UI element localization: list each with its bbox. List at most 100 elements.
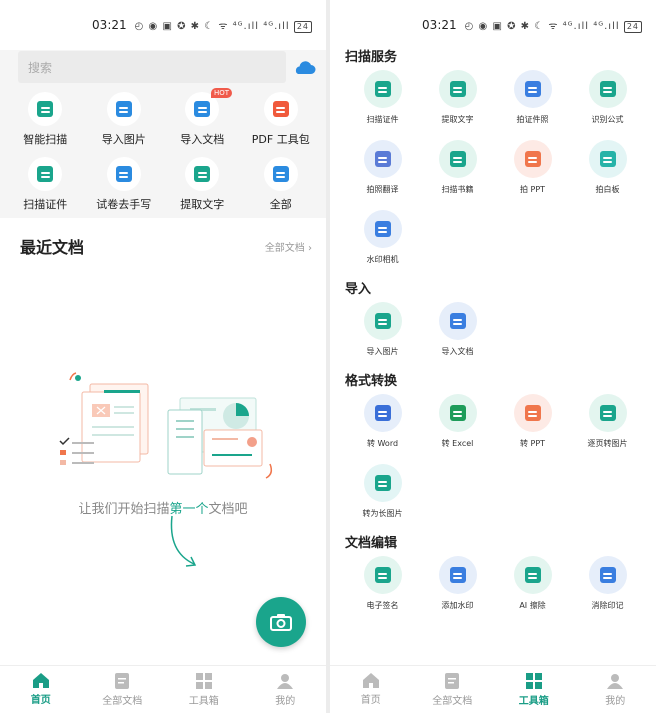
translate-icon xyxy=(363,140,402,178)
tool-label: 提取文字 xyxy=(441,115,474,124)
tool-item[interactable]: 转 Word xyxy=(345,390,420,460)
toolbox-icon xyxy=(525,672,542,689)
tab-home[interactable]: 首页 xyxy=(0,666,82,713)
tool-item[interactable]: 转 PPT xyxy=(495,390,570,460)
tab-toolbox[interactable]: 工具箱 xyxy=(163,666,245,713)
toolbox-icon xyxy=(195,672,212,689)
icon-glyph-line xyxy=(603,156,612,159)
all-documents-link[interactable]: 全部文档 › xyxy=(265,239,312,254)
empty-text-before: 让我们开始扫描 xyxy=(78,502,170,517)
watermark-camera-icon xyxy=(363,210,402,248)
tab-mine[interactable]: 我的 xyxy=(245,666,327,713)
quick-action-item[interactable]: 全部 xyxy=(242,157,321,212)
icon-glyph xyxy=(194,166,211,182)
tab-mine[interactable]: 我的 xyxy=(575,666,656,713)
tool-item[interactable]: 添加水印 xyxy=(420,552,495,622)
pdf-icon xyxy=(263,92,298,126)
tab-toolbox-label: 工具箱 xyxy=(188,695,219,707)
page-image-icon xyxy=(588,394,627,432)
icon-glyph xyxy=(449,313,466,329)
search-input[interactable]: 搜索 xyxy=(18,51,286,83)
grid-all-icon xyxy=(263,157,298,191)
all-documents-label: 全部文档 xyxy=(264,242,305,254)
user-icon xyxy=(277,673,294,689)
signature-icon xyxy=(363,556,402,594)
tool-item[interactable]: 拍白板 xyxy=(570,136,645,206)
icon-glyph xyxy=(524,567,541,583)
icon-glyph-line xyxy=(276,106,286,109)
quick-action-label: 扫描证件 xyxy=(23,198,68,211)
tool-label: 消除印记 xyxy=(591,601,624,610)
icon-glyph xyxy=(374,475,391,491)
tool-item[interactable]: 拍证件照 xyxy=(495,66,570,136)
icon-glyph xyxy=(194,101,211,117)
tool-item[interactable]: 转 Excel xyxy=(420,390,495,460)
icon-glyph xyxy=(37,166,54,182)
icon-glyph-line xyxy=(528,86,537,89)
tab-all-documents[interactable]: 全部文档 xyxy=(82,666,164,713)
hot-badge: HOT xyxy=(211,88,233,98)
status-icons-text: ◴ ◉ ▣ ✪ ✱ ☾ ᯤ ⁴ᴳ.ıll ⁴ᴳ.ıll xyxy=(134,20,290,32)
icon-glyph xyxy=(599,567,616,583)
stamp-icon xyxy=(438,556,477,594)
tool-item[interactable]: 扫描书籍 xyxy=(420,136,495,206)
tab-mine-label: 我的 xyxy=(275,695,296,707)
tab-toolbox[interactable]: 工具箱 xyxy=(493,666,575,713)
home-top-area: 搜索 智能扫描 导入图片 HOT 导入文档 PDF 工具包扫描证件 试卷去手写 提取文字 全部 xyxy=(0,50,326,218)
icon-glyph-line xyxy=(528,572,537,575)
tool-item[interactable]: 水印相机 xyxy=(345,206,420,276)
document-import-icon xyxy=(438,302,477,340)
tab-all-documents[interactable]: 全部文档 xyxy=(412,666,494,713)
tool-grid: 导入图片 导入文档 xyxy=(345,298,656,368)
tab-home[interactable]: 首页 xyxy=(330,666,412,713)
quick-action-item[interactable]: 扫描证件 xyxy=(6,157,85,212)
tool-item[interactable]: 电子签名 xyxy=(345,552,420,622)
icon-glyph-line xyxy=(528,156,537,159)
camera-scan-button[interactable] xyxy=(256,597,306,647)
empty-state-text: 让我们开始扫描第一个文档吧 xyxy=(0,498,326,517)
icon-glyph-line xyxy=(453,410,462,413)
tool-item[interactable]: AI 擦除 xyxy=(495,552,570,622)
tool-item[interactable]: 消除印记 xyxy=(570,552,645,622)
long-image-icon xyxy=(363,464,402,502)
icon-glyph xyxy=(374,151,391,167)
quick-action-item[interactable]: HOT 导入文档 xyxy=(163,88,242,147)
ppt-icon xyxy=(513,394,552,432)
quick-action-item[interactable]: 智能扫描 xyxy=(6,92,85,147)
icon-glyph xyxy=(524,81,541,97)
icon-glyph xyxy=(374,313,391,329)
icon-glyph-line xyxy=(378,226,387,229)
icon-glyph xyxy=(37,101,54,117)
tab-toolbox-label: 工具箱 xyxy=(518,695,549,707)
quick-action-item[interactable]: 提取文字 xyxy=(163,157,242,212)
toolbox-section: 扫描服务 扫描证件 提取文字 拍证件照 识别公式 拍照翻译 扫描书籍 拍 PPT 拍白板 水印相机 xyxy=(330,44,656,276)
section-title: 导入 xyxy=(345,281,372,297)
tool-item[interactable]: 提取文字 xyxy=(420,66,495,136)
tool-item[interactable]: 拍照翻译 xyxy=(345,136,420,206)
tool-item[interactable]: 导入图片 xyxy=(345,298,420,368)
recent-title: 最近文档 xyxy=(20,238,85,257)
tool-label: 导入文档 xyxy=(441,347,474,356)
icon-glyph xyxy=(449,405,466,421)
tool-label: 转 Word xyxy=(366,439,399,448)
image-import-icon xyxy=(363,302,402,340)
word-icon xyxy=(363,394,402,432)
excel-icon xyxy=(438,394,477,432)
tool-item[interactable]: 导入文档 xyxy=(420,298,495,368)
scan-frame-icon xyxy=(28,92,63,126)
tool-item[interactable]: 拍 PPT xyxy=(495,136,570,206)
tool-label: 扫描证件 xyxy=(366,115,399,124)
tool-item[interactable]: 逐页转图片 xyxy=(570,390,645,460)
icon-glyph-line xyxy=(453,318,462,321)
quick-action-item[interactable]: 试卷去手写 xyxy=(85,157,164,212)
tool-item[interactable]: 扫描证件 xyxy=(345,66,420,136)
cloud-icon[interactable] xyxy=(286,59,316,75)
document-icon xyxy=(445,672,460,689)
tool-item[interactable]: 转为长图片 xyxy=(345,460,420,530)
quick-action-label: 全部 xyxy=(269,198,292,211)
quick-action-item[interactable]: 导入图片 xyxy=(85,92,164,147)
quick-action-item[interactable]: PDF 工具包 xyxy=(242,92,321,147)
icon-glyph xyxy=(374,405,391,421)
hint-arrow-icon xyxy=(170,515,197,567)
tool-item[interactable]: 识别公式 xyxy=(570,66,645,136)
